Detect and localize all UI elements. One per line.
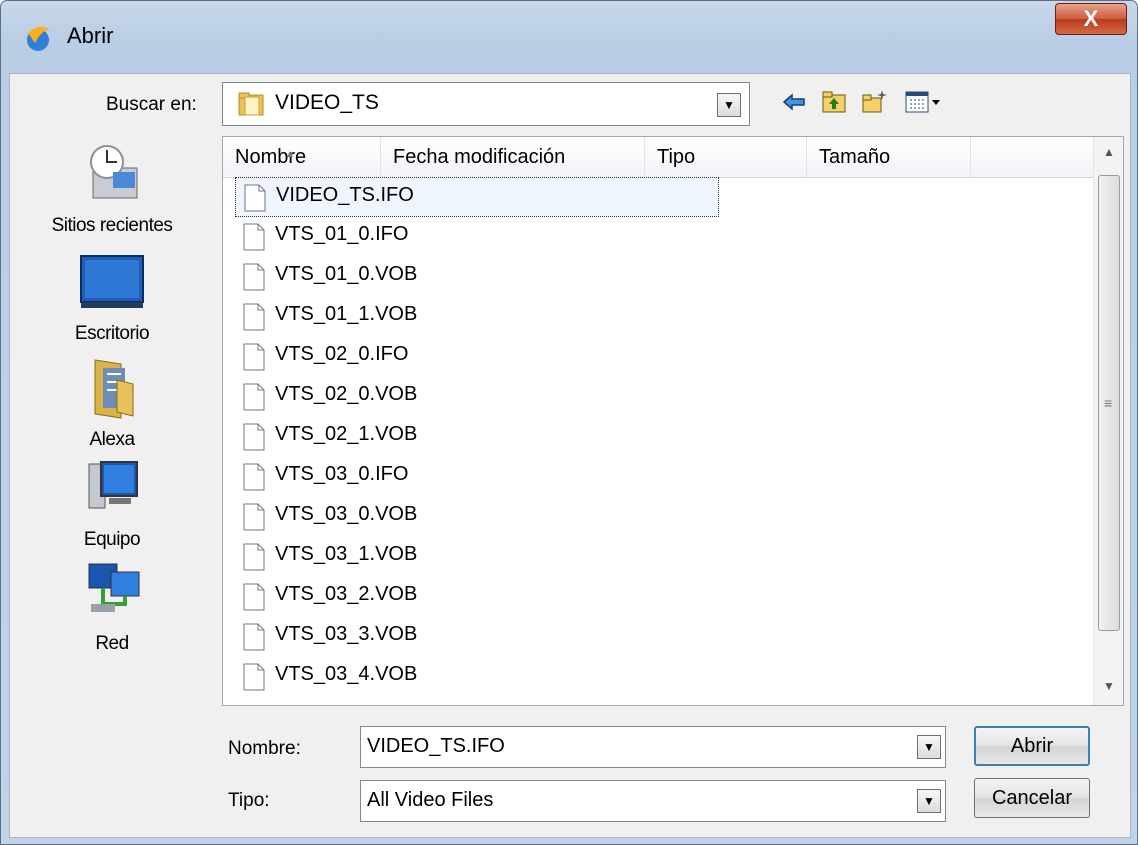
computer-icon (88, 461, 138, 509)
lookin-label: Buscar en: (106, 94, 197, 115)
filename-label: Nombre: (228, 738, 301, 759)
chevron-down-icon[interactable]: ▼ (917, 735, 941, 759)
title-bar[interactable]: Abrir X (1, 1, 1137, 73)
file-name: VTS_03_0.IFO (275, 463, 409, 485)
up-folder-icon[interactable] (820, 88, 848, 116)
file-icon (243, 503, 265, 531)
place-computer[interactable]: Equipo (12, 456, 212, 551)
file-icon (243, 263, 265, 291)
file-name: VTS_02_1.VOB (275, 423, 418, 445)
new-folder-icon[interactable] (860, 88, 888, 116)
dialog-body: Buscar en: VIDEO_TS ▼ Sitios recientes E… (9, 73, 1131, 838)
file-list[interactable]: ▲ Nombre Fecha modificación Tipo Tamaño … (222, 136, 1124, 706)
file-icon (243, 223, 265, 251)
file-icon (243, 343, 265, 371)
file-name: VTS_01_0.IFO (275, 223, 409, 245)
file-icon (243, 303, 265, 331)
filename-input[interactable]: VIDEO_TS.IFO ▼ (360, 726, 946, 768)
file-name: VTS_03_1.VOB (275, 543, 418, 565)
column-name[interactable]: ▲ Nombre (223, 137, 381, 177)
lookin-combo[interactable]: VIDEO_TS ▼ (222, 82, 750, 126)
file-name: VTS_03_4.VOB (275, 663, 418, 685)
file-name: VTS_01_0.VOB (275, 263, 418, 285)
places-bar: Sitios recientes Escritorio Alexa Equipo… (12, 134, 212, 734)
close-button[interactable]: X (1055, 3, 1127, 35)
chevron-down-icon[interactable]: ▼ (717, 93, 741, 117)
window-title: Abrir (67, 23, 114, 48)
file-name: VTS_02_0.IFO (275, 343, 409, 365)
file-icon (243, 623, 265, 651)
file-row[interactable]: VIDEO_TS.IFO (235, 177, 719, 217)
file-name: VTS_03_3.VOB (275, 623, 418, 645)
place-recent[interactable]: Sitios recientes (12, 142, 212, 237)
user-folder-icon (94, 359, 134, 419)
desktop-icon (80, 255, 144, 308)
cancel-button[interactable]: Cancelar (974, 778, 1090, 818)
grip-icon: ≡ (1104, 395, 1113, 411)
file-icon (243, 663, 265, 691)
column-type[interactable]: Tipo (645, 137, 807, 177)
filetype-select[interactable]: All Video Files ▼ (360, 780, 946, 822)
open-button[interactable]: Abrir (974, 726, 1090, 766)
file-name: VTS_03_0.VOB (275, 503, 418, 525)
scroll-up-icon[interactable]: ▲ (1094, 137, 1123, 167)
place-network[interactable]: Red (12, 560, 212, 655)
file-name: VIDEO_TS.IFO (276, 184, 414, 206)
file-icon (243, 543, 265, 571)
list-header: ▲ Nombre Fecha modificación Tipo Tamaño (223, 137, 1093, 178)
folder-icon (238, 92, 264, 116)
column-date[interactable]: Fecha modificación (381, 137, 645, 177)
file-name: VTS_01_1.VOB (275, 303, 418, 325)
file-icon (243, 423, 265, 451)
file-name: VTS_03_2.VOB (275, 583, 418, 605)
file-icon (243, 583, 265, 611)
open-file-dialog: Abrir X Buscar en: VIDEO_TS ▼ Sitios rec… (0, 0, 1138, 845)
column-size[interactable]: Tamaño (807, 137, 971, 177)
filetype-label: Tipo: (228, 790, 270, 811)
place-user[interactable]: Alexa (12, 356, 212, 451)
chevron-down-icon[interactable]: ▼ (917, 789, 941, 813)
file-icon (244, 184, 266, 212)
file-name: VTS_02_0.VOB (275, 383, 418, 405)
file-icon (243, 383, 265, 411)
view-menu-icon[interactable] (904, 88, 944, 116)
app-icon (27, 26, 50, 51)
scroll-thumb[interactable]: ≡ (1098, 175, 1120, 631)
file-icon (243, 463, 265, 491)
vertical-scrollbar[interactable]: ▲ ≡ ▼ (1093, 137, 1123, 705)
lookin-value: VIDEO_TS (275, 91, 379, 114)
scroll-down-icon[interactable]: ▼ (1094, 671, 1123, 701)
place-desktop[interactable]: Escritorio (12, 250, 212, 345)
back-icon[interactable] (780, 88, 808, 116)
sort-ascending-icon: ▲ (285, 149, 295, 160)
recent-places-icon (90, 145, 138, 199)
network-icon (88, 563, 140, 612)
